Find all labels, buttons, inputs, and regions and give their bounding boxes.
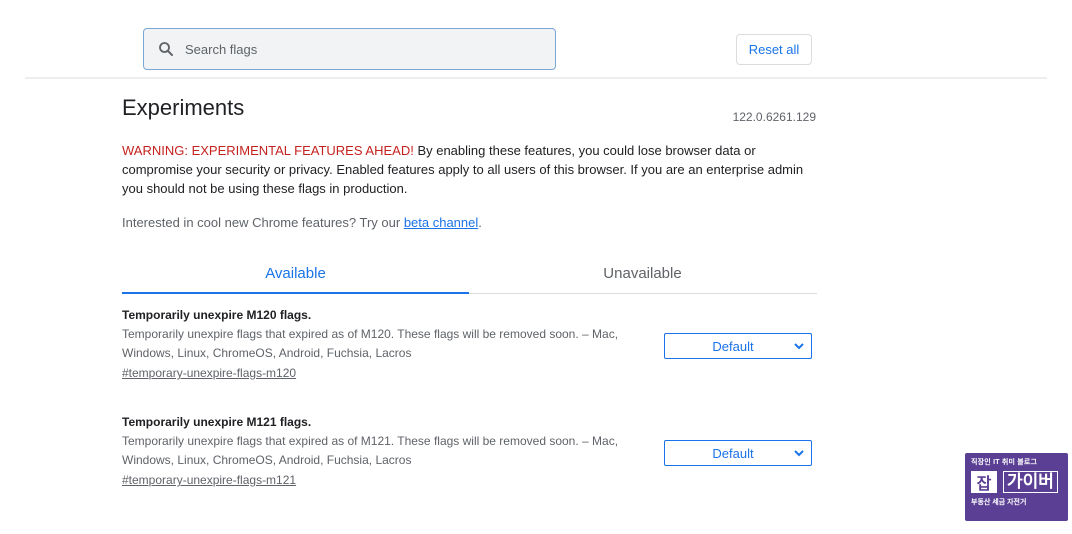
reset-all-button[interactable]: Reset all bbox=[736, 34, 812, 65]
beta-channel-link[interactable]: beta channel bbox=[404, 215, 478, 230]
experiment-name: Temporarily unexpire M120 flags. bbox=[122, 308, 312, 322]
select-value: Default bbox=[712, 445, 754, 461]
search-icon bbox=[159, 42, 173, 56]
beta-channel-notice: Interested in cool new Chrome features? … bbox=[122, 215, 482, 230]
search-input[interactable] bbox=[183, 30, 547, 68]
experiment-state-select[interactable]: Default bbox=[664, 333, 812, 359]
watermark-top-text: 직장인 IT 취미 블로그 bbox=[971, 459, 1038, 466]
warning-label: WARNING: EXPERIMENTAL FEATURES AHEAD! bbox=[122, 143, 414, 158]
experiment-permalink[interactable]: #temporary-unexpire-flags-m120 bbox=[122, 366, 296, 380]
experiment-description: Temporarily unexpire flags that expired … bbox=[122, 434, 619, 467]
search-box[interactable] bbox=[143, 28, 556, 70]
version-label: 122.0.6261.129 bbox=[732, 110, 816, 124]
watermark-char: 잡 bbox=[971, 471, 997, 493]
page-title: Experiments bbox=[122, 95, 245, 120]
watermark-logo: 직장인 IT 취미 블로그 잡 가이버 부동산 세금 자전거 bbox=[965, 453, 1068, 521]
experiment-description: Temporarily unexpire flags that expired … bbox=[122, 327, 619, 360]
tab-bar: Available Unavailable bbox=[122, 253, 817, 294]
chevron-down-icon bbox=[794, 343, 804, 350]
tab-available[interactable]: Available bbox=[122, 253, 469, 294]
interested-end: . bbox=[478, 215, 482, 230]
experiment-name: Temporarily unexpire M121 flags. bbox=[122, 415, 312, 429]
warning-message: WARNING: EXPERIMENTAL FEATURES AHEAD! By… bbox=[122, 141, 817, 198]
experiment-item: Temporarily unexpire M120 flags. Tempora… bbox=[122, 308, 817, 382]
experiment-permalink[interactable]: #temporary-unexpire-flags-m121 bbox=[122, 473, 296, 487]
select-value: Default bbox=[712, 338, 754, 354]
header-divider bbox=[25, 77, 1047, 79]
watermark-word: 가이버 bbox=[1003, 471, 1058, 493]
watermark-main: 잡 가이버 bbox=[971, 471, 1062, 493]
tab-unavailable[interactable]: Unavailable bbox=[469, 253, 816, 293]
experiment-state-select[interactable]: Default bbox=[664, 440, 812, 466]
interested-text: Interested in cool new Chrome features? … bbox=[122, 215, 404, 230]
experiment-item: Temporarily unexpire M121 flags. Tempora… bbox=[122, 415, 817, 489]
chevron-down-icon bbox=[794, 450, 804, 457]
watermark-bottom-text: 부동산 세금 자전거 bbox=[971, 499, 1027, 506]
